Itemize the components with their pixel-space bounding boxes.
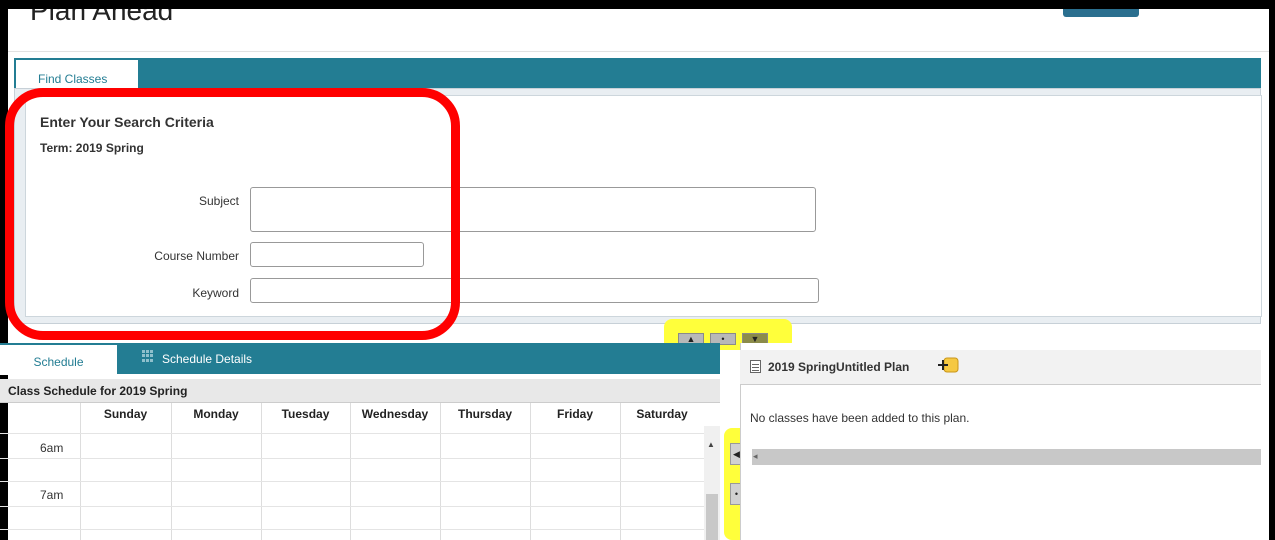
tab-schedule-details[interactable]: Schedule Details	[162, 352, 252, 366]
grid-col-line	[171, 403, 172, 540]
search-criteria-box: Enter Your Search Criteria Term: 2019 Sp…	[25, 95, 1262, 317]
day-header-tuesday: Tuesday	[281, 407, 330, 421]
tab-find-classes[interactable]: Find Classes	[16, 60, 138, 90]
search-panel: Enter Your Search Criteria Term: 2019 Sp…	[14, 88, 1262, 324]
grid-row-line	[0, 433, 704, 434]
tab-schedule[interactable]: Schedule	[0, 345, 117, 375]
day-header-thursday: Thursday	[457, 407, 512, 421]
grid-row-line	[0, 506, 704, 507]
schedule-caption: Class Schedule for 2019 Spring	[0, 379, 720, 403]
grid-icon	[142, 350, 154, 362]
grid-row-line	[0, 529, 704, 530]
plan-horizontal-scrollbar[interactable]	[752, 449, 1261, 465]
hour-label: 7am	[40, 488, 64, 502]
keyword-input[interactable]	[250, 278, 819, 303]
find-classes-tabbar	[14, 58, 1261, 88]
grid-col-line	[440, 403, 441, 540]
day-header-wednesday: Wednesday	[361, 407, 429, 421]
grid-row-line	[0, 481, 704, 482]
grid-col-line	[620, 403, 621, 540]
grid-col-line	[80, 403, 81, 540]
day-header-saturday: Saturday	[636, 407, 688, 421]
grid-col-line	[350, 403, 351, 540]
header-divider	[8, 51, 1269, 52]
header-button[interactable]	[1063, 9, 1139, 17]
keyword-label: Keyword	[192, 286, 239, 300]
document-icon	[750, 360, 761, 373]
plan-empty-message: No classes have been added to this plan.	[750, 411, 970, 425]
plan-title: 2019 SpringUntitled Plan	[768, 360, 910, 374]
add-note-icon[interactable]	[936, 355, 962, 375]
course-number-label: Course Number	[154, 249, 239, 263]
hour-label: 6am	[40, 441, 64, 455]
search-heading: Enter Your Search Criteria	[40, 114, 214, 130]
course-number-input[interactable]	[250, 242, 424, 267]
page-title: Plan Ahead	[30, 9, 174, 26]
grid-col-line	[261, 403, 262, 540]
grid-row-line	[0, 458, 704, 459]
scroll-left-arrow[interactable]: ◂	[753, 451, 758, 462]
grid-col-line	[530, 403, 531, 540]
schedule-scroll-thumb[interactable]	[706, 494, 718, 540]
term-label: Term: 2019 Spring	[40, 141, 144, 155]
day-header-sunday: Sunday	[103, 407, 148, 421]
day-header-monday: Monday	[193, 407, 239, 421]
subject-label: Subject	[198, 194, 239, 208]
subject-input[interactable]	[250, 187, 816, 232]
day-header-friday: Friday	[556, 407, 593, 421]
scroll-up-arrow[interactable]: ▲	[707, 440, 715, 449]
